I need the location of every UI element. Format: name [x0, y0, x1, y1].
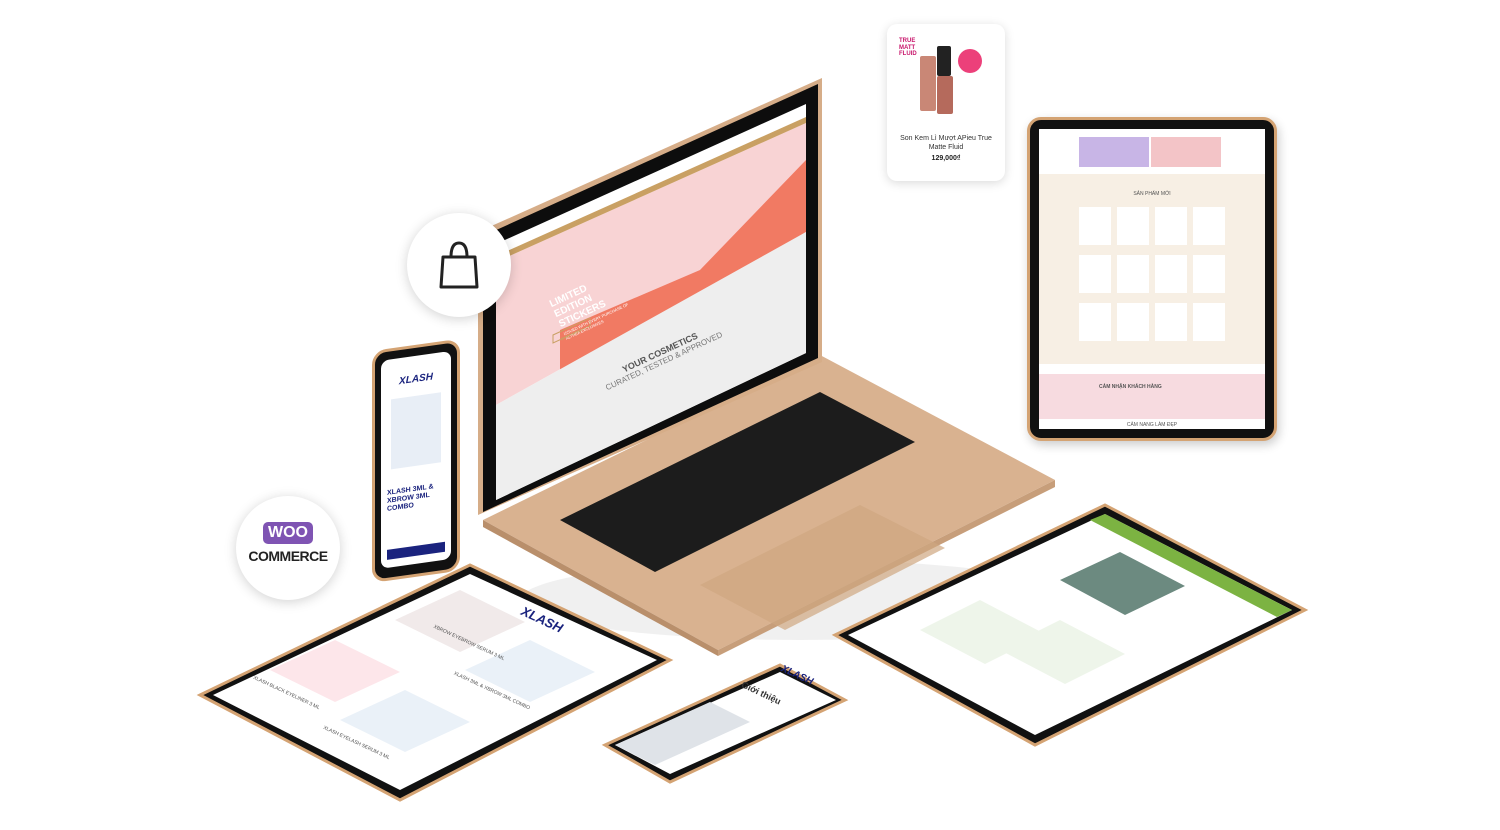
grid-item[interactable] [1193, 207, 1225, 245]
grid-item[interactable] [1117, 255, 1149, 293]
phone-left-screen: XLASH XLASH 3ML & XBROW 3ML COMBO [381, 350, 451, 569]
product-price: 129,000₫ [931, 155, 961, 162]
banner-right [1151, 137, 1221, 167]
phone-left-buy-button[interactable] [387, 541, 445, 560]
shopping-bag-badge [407, 213, 511, 317]
shopping-bag-icon [439, 241, 479, 289]
product-card[interactable]: TRUE MATT FLUID Son Kem Lì Mượt APieu Tr… [887, 24, 1005, 181]
product-grid [1079, 207, 1229, 347]
tablet-right-screen: SẢN PHẨM MỚI CẢM NHẬN KHÁCH HÀNG CẨM NAN… [1039, 129, 1265, 429]
grid-item[interactable] [1193, 255, 1225, 293]
grid-item[interactable] [1193, 303, 1225, 341]
product-name: Son Kem Lì Mượt APieu True Matte Fluid [900, 135, 992, 151]
lip-tint-image [920, 46, 982, 114]
phone-left-logo: XLASH [399, 371, 433, 388]
tablet-bottom-right [831, 503, 1309, 747]
woocommerce-logo: WOO [263, 522, 313, 544]
banner-left [1079, 137, 1149, 167]
section-reviews-title: CẢM NHẬN KHÁCH HÀNG [1099, 384, 1162, 390]
section-beauty-title: CẨM NANG LÀM ĐẸP [1126, 422, 1178, 428]
phone-left-product-image [391, 392, 441, 470]
phone-left-product-title: XLASH 3ML & XBROW 3ML COMBO [387, 483, 434, 513]
grid-item[interactable] [1117, 207, 1149, 245]
grid-item[interactable] [1079, 207, 1111, 245]
grid-item[interactable] [1155, 255, 1187, 293]
section-new-title: SẢN PHẨM MỚI [1133, 191, 1171, 197]
phone-left: XLASH XLASH 3ML & XBROW 3ML COMBO [372, 338, 460, 583]
grid-item[interactable] [1155, 303, 1187, 341]
grid-item[interactable] [1079, 303, 1111, 341]
grid-item[interactable] [1155, 207, 1187, 245]
grid-item[interactable] [1117, 303, 1149, 341]
tablet-right: SẢN PHẨM MỚI CẢM NHẬN KHÁCH HÀNG CẨM NAN… [1027, 117, 1277, 441]
grid-item[interactable] [1079, 255, 1111, 293]
reviews-area [1039, 374, 1265, 419]
